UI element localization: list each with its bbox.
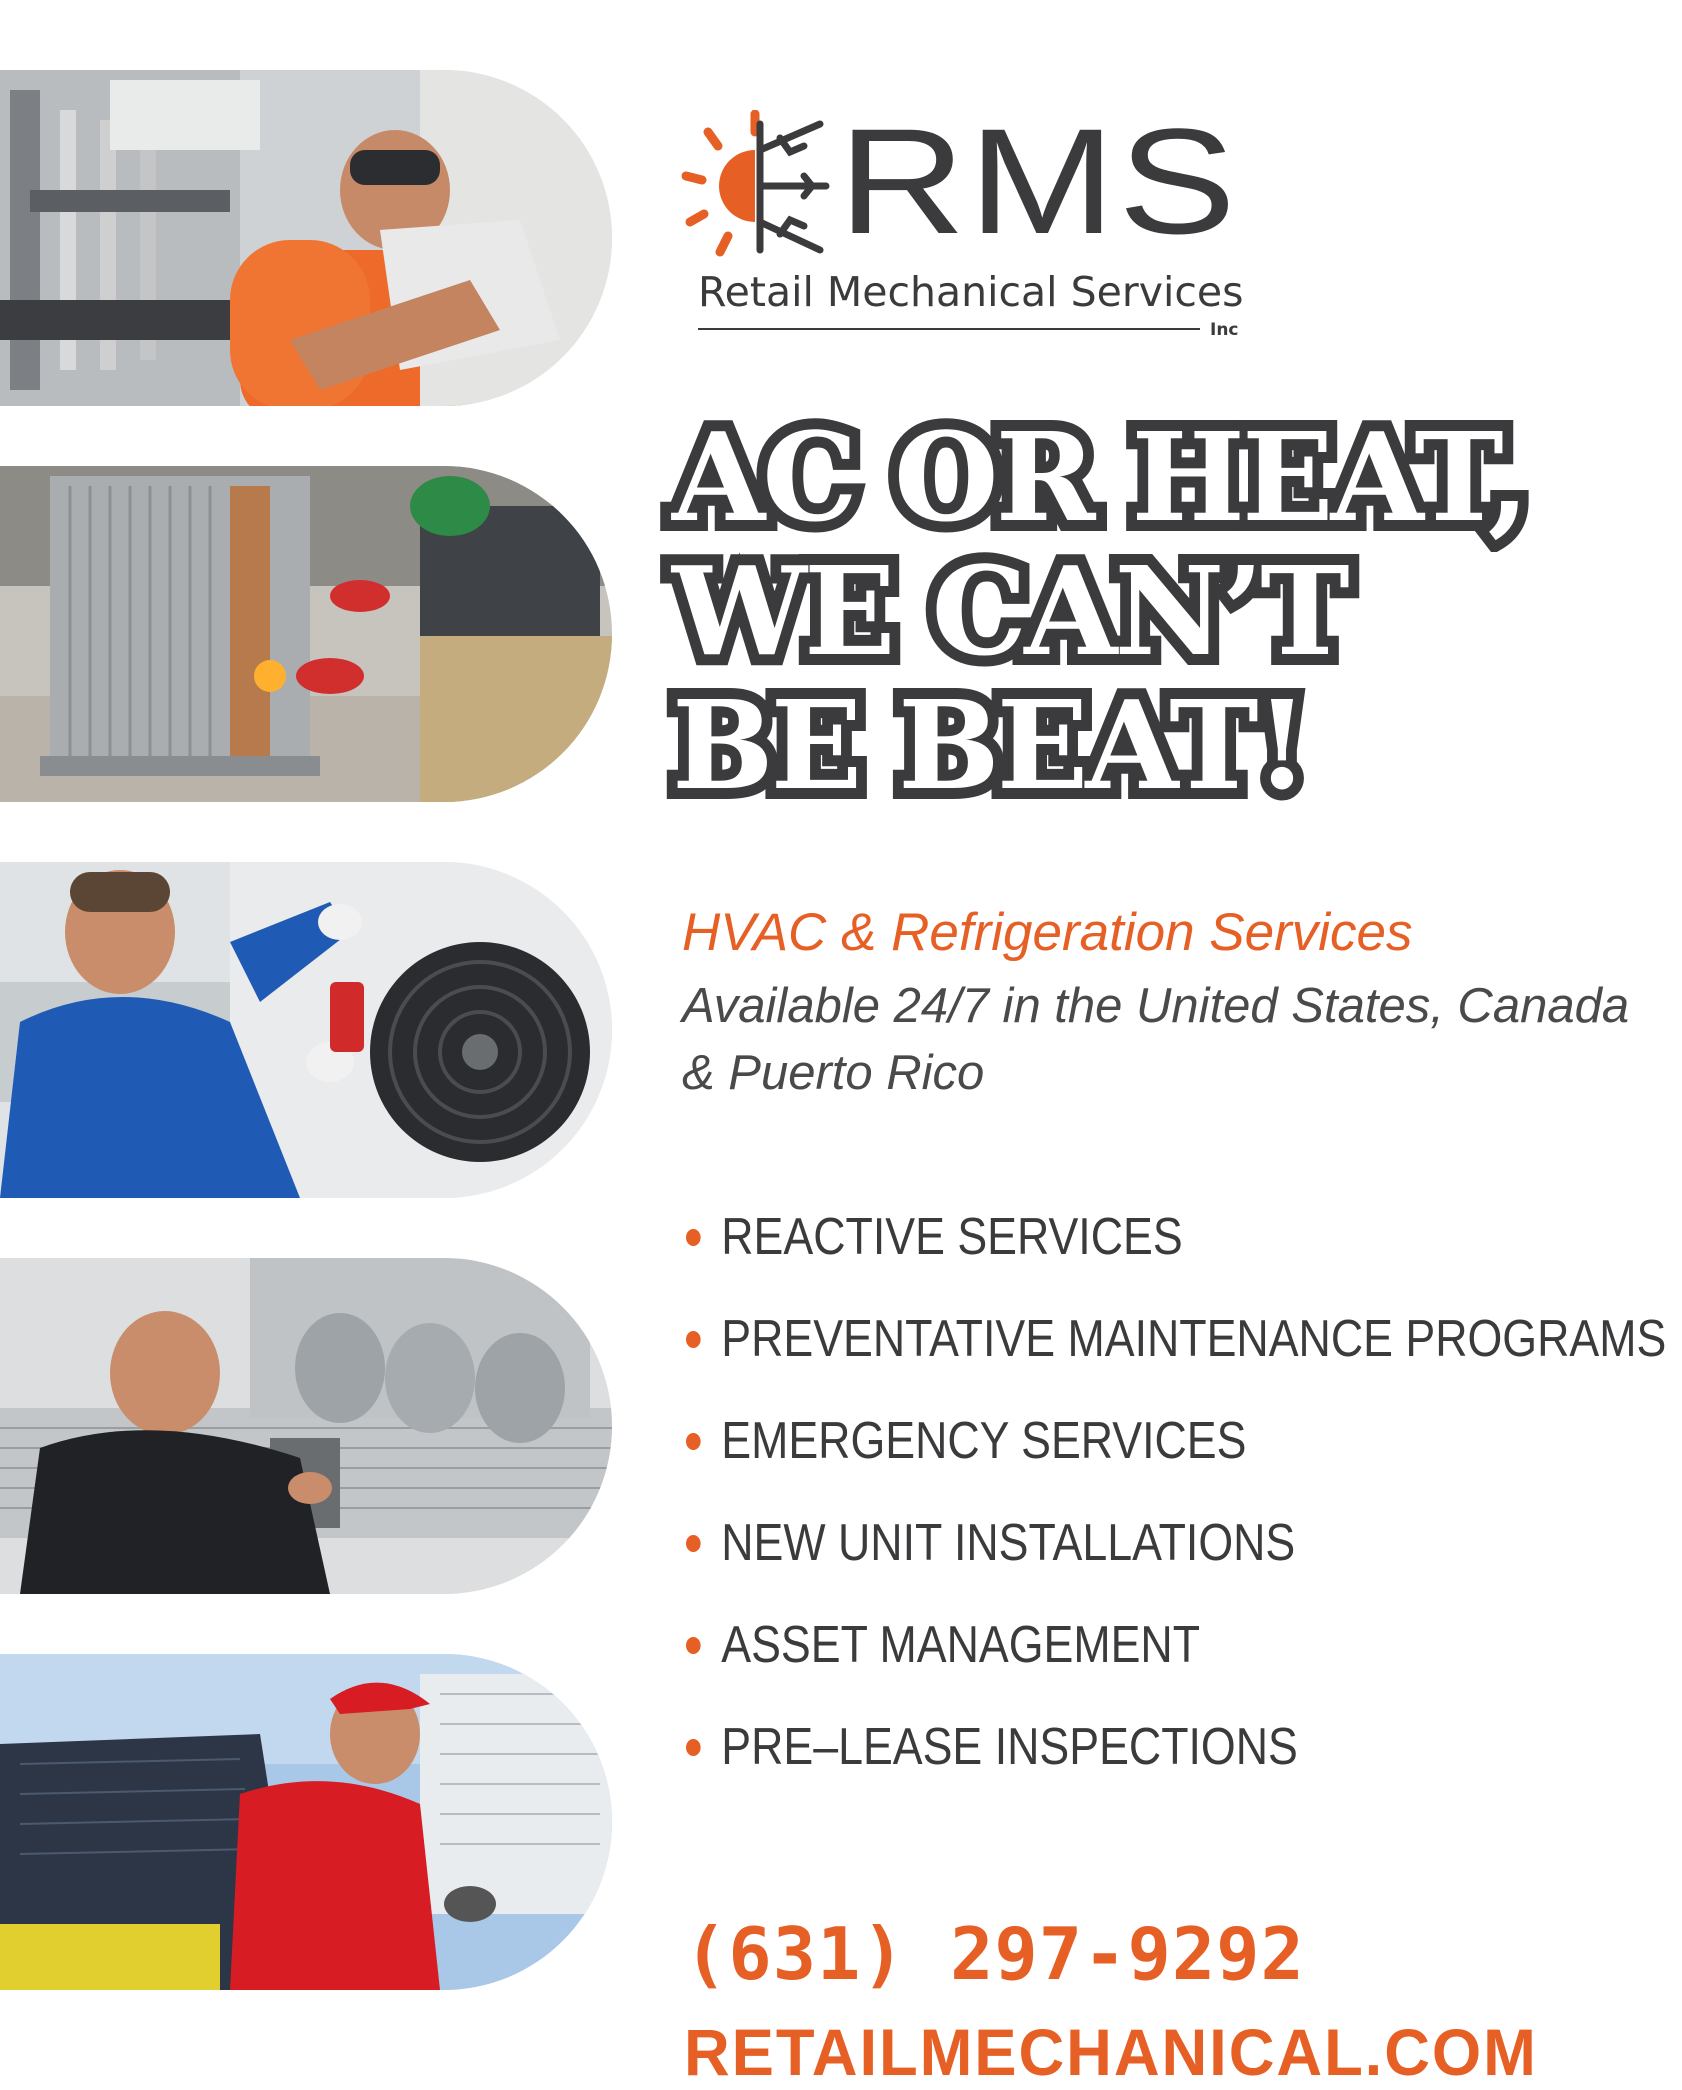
headline-line-2: WE CAN’T <box>661 533 1360 689</box>
bullet-icon <box>686 1432 701 1450</box>
photo-rooftop-ac <box>0 1654 612 1990</box>
bullet-icon <box>686 1636 701 1654</box>
service-label: NEW UNIT INSTALLATIONS <box>721 1514 1296 1572</box>
service-item: NEW UNIT INSTALLATIONS <box>686 1492 1666 1594</box>
bullet-icon <box>686 1228 701 1246</box>
headline-line-1: AC OR HEAT, <box>661 399 1540 555</box>
bullet-icon <box>686 1738 701 1756</box>
service-item: PRE–LEASE INSPECTIONS <box>686 1696 1666 1798</box>
service-item: ASSET MANAGEMENT <box>686 1594 1666 1696</box>
service-item: REACTIVE SERVICES <box>686 1186 1666 1288</box>
service-label: REACTIVE SERVICES <box>721 1208 1183 1266</box>
brand-name: Retail Mechanical Services <box>698 268 1244 316</box>
service-item: PREVENTATIVE MAINTENANCE PROGRAMS <box>686 1288 1666 1390</box>
brand-underline <box>698 328 1200 330</box>
bullet-icon <box>686 1330 701 1348</box>
bullet-icon <box>686 1534 701 1552</box>
service-label: PRE–LEASE INSPECTIONS <box>721 1718 1298 1776</box>
service-item: EMERGENCY SERVICES <box>686 1390 1666 1492</box>
photo-condenser-brazing <box>0 466 612 802</box>
phone-number[interactable]: (631) 297-9292 <box>684 1912 1305 1996</box>
sun-snowflake-icon <box>681 110 830 257</box>
photo-fan-unit-meter <box>0 862 612 1198</box>
services-list: REACTIVE SERVICES PREVENTATIVE MAINTENAN… <box>686 1186 1682 1798</box>
tagline-secondary: Available 24/7 in the United States, Can… <box>682 979 1630 1100</box>
headline-line-3: BE BEAT! <box>661 667 1319 823</box>
photo-water-heater <box>0 70 612 406</box>
service-label: PREVENTATIVE MAINTENANCE PROGRAMS <box>721 1310 1667 1368</box>
service-label: EMERGENCY SERVICES <box>721 1412 1247 1470</box>
photo-ductwork <box>0 1258 612 1594</box>
brand-logo: RMS Retail Mechanical Services Inc <box>680 106 1260 350</box>
service-label: ASSET MANAGEMENT <box>721 1616 1201 1674</box>
website-link[interactable]: RETAILMECHANICAL.COM <box>684 2014 1538 2090</box>
brand-abbr: RMS <box>838 97 1239 265</box>
brand-suffix: Inc <box>1210 320 1239 340</box>
tagline-primary: HVAC & Refrigeration Services <box>682 903 1413 962</box>
headline: AC OR HEAT, WE CAN’T BE BEAT! <box>661 399 1672 823</box>
